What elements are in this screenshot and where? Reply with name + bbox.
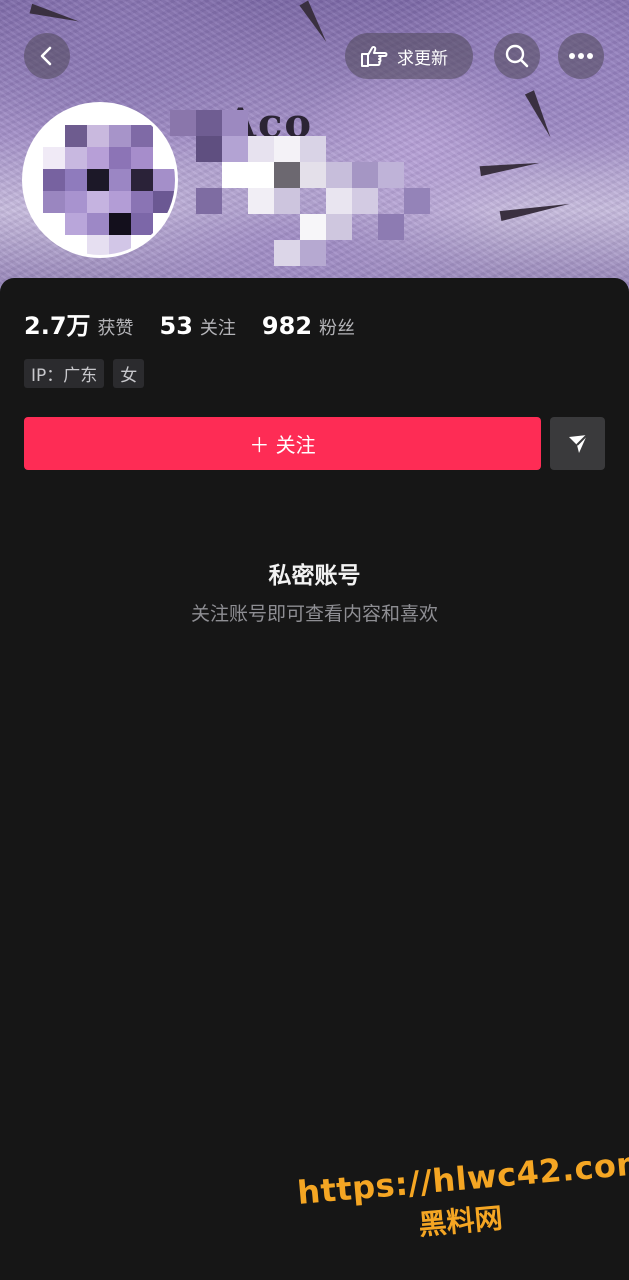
profile-tags: IP：广东 女: [24, 359, 145, 388]
avatar-mosaic-image: [25, 105, 175, 255]
private-account-title: 私密账号: [268, 563, 361, 589]
search-icon: [505, 44, 529, 68]
stat-followers-value: 982: [261, 312, 313, 340]
request-update-label: 求更新: [397, 48, 448, 69]
request-update-button[interactable]: 求更新: [345, 33, 473, 79]
stat-following[interactable]: 53 关注: [160, 312, 236, 340]
stat-followers-label: 粉丝: [319, 318, 356, 339]
back-button[interactable]: [24, 33, 70, 79]
profile-stats: 2.7万 获赞 53 关注 982 粉丝: [24, 306, 355, 341]
follow-button[interactable]: ＋ 关注: [24, 417, 541, 470]
stat-likes-value: 2.7万: [24, 312, 91, 340]
search-button[interactable]: [494, 33, 540, 79]
cover-mosaic: [170, 110, 430, 266]
profile-page: Aco 求更新 2.7万 获赞 53 关注 982 粉丝 IP：广东 女 ＋ 关…: [0, 0, 629, 1280]
more-dots-icon: [569, 53, 593, 59]
stat-followers[interactable]: 982 粉丝: [262, 312, 355, 340]
stat-following-label: 关注: [199, 318, 236, 339]
avatar[interactable]: [22, 102, 178, 258]
back-chevron-icon: [40, 46, 52, 66]
send-icon: [568, 433, 588, 453]
more-button[interactable]: [558, 33, 604, 79]
hand-point-icon: [361, 45, 388, 67]
stat-likes-label: 获赞: [97, 318, 134, 339]
stat-following-value: 53: [159, 312, 193, 340]
share-button[interactable]: [550, 417, 605, 470]
private-account-subtitle: 关注账号即可查看内容和喜欢: [190, 603, 438, 625]
stat-likes[interactable]: 2.7万 获赞: [24, 306, 134, 341]
tag-ip-location: IP：广东: [24, 359, 105, 388]
tag-gender: 女: [113, 359, 145, 388]
